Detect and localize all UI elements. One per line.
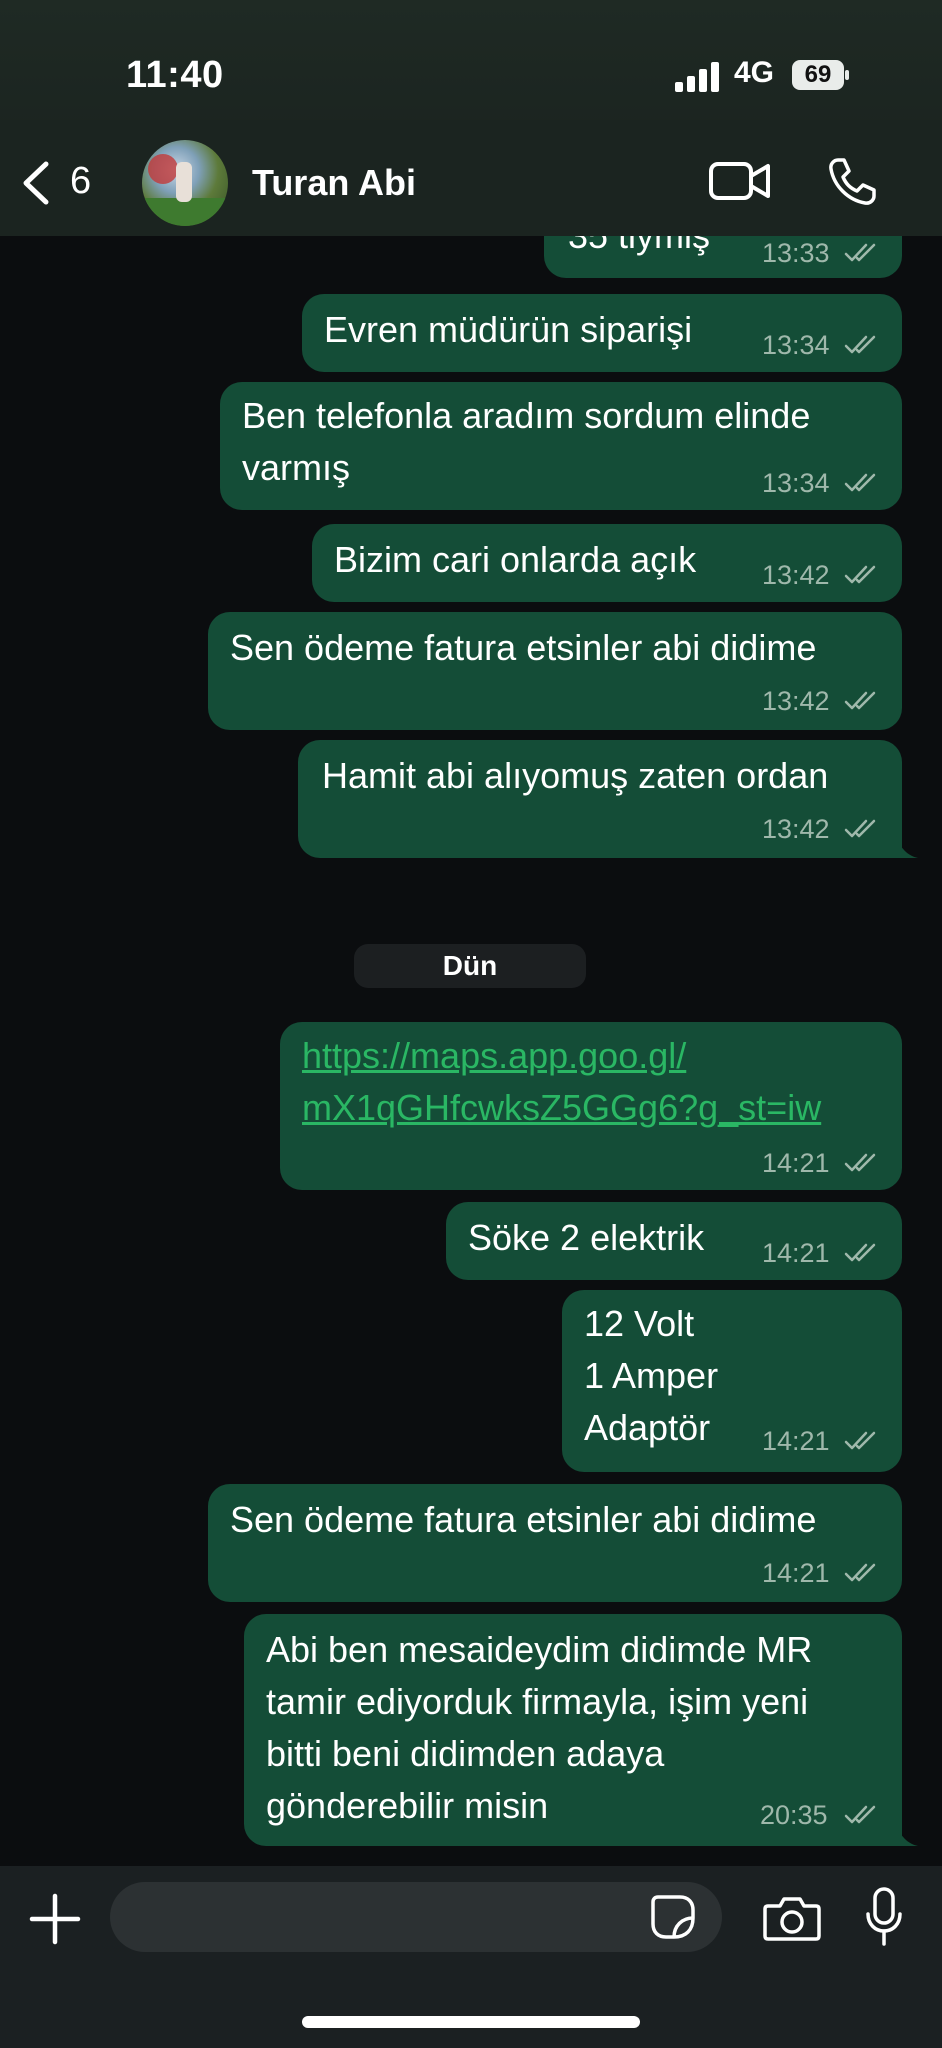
message-text: Ben telefonla aradım sordum elinde — [242, 395, 811, 436]
bubble-tail — [896, 1824, 918, 1846]
home-indicator — [302, 2016, 640, 2028]
message-list[interactable]: 35 tiymiş 13:33 Evren müdürün siparişi 1… — [0, 236, 942, 1866]
contact-name[interactable]: Turan Abi — [252, 162, 416, 204]
signal-icon — [675, 62, 719, 92]
message-time: 14:21 — [762, 1148, 830, 1178]
bubble-tail — [896, 836, 918, 858]
status-time: 11:40 — [126, 54, 224, 96]
link-line-2[interactable]: mX1qGHfcwksZ5GGg6?g_st=iw — [302, 1087, 821, 1128]
message-time: 13:34 — [762, 330, 830, 360]
plus-attach-icon[interactable] — [28, 1892, 82, 1946]
message-time: 13:34 — [762, 468, 830, 498]
outgoing-message[interactable]: Sen ödeme fatura etsinler abi didime 13:… — [208, 612, 902, 730]
message-text: 35 tiymiş — [568, 236, 710, 262]
camera-icon[interactable] — [762, 1894, 822, 1942]
message-text: Sen ödeme fatura etsinler abi didime — [230, 627, 817, 668]
message-text: Sen ödeme fatura etsinler abi didime — [230, 1499, 817, 1540]
outgoing-message[interactable]: Hamit abi alıyomuş zaten ordan 13:42 — [298, 740, 902, 858]
microphone-icon[interactable] — [864, 1886, 904, 1948]
message-link[interactable]: https://maps.app.goo.gl/ — [302, 1030, 686, 1082]
message-text: Abi ben mesaideydim didimde MR — [266, 1629, 813, 1670]
outgoing-message[interactable]: Söke 2 elektrik 14:21 — [446, 1202, 902, 1280]
read-ticks-icon — [844, 1563, 876, 1582]
message-input[interactable] — [110, 1882, 722, 1952]
outgoing-message[interactable]: Sen ödeme fatura etsinler abi didime 14:… — [208, 1484, 902, 1602]
message-time: 13:33 — [762, 238, 830, 268]
message-time: 20:35 — [760, 1800, 828, 1830]
message-time: 14:21 — [762, 1558, 830, 1588]
battery-icon: 69 — [792, 60, 850, 90]
video-call-icon[interactable] — [708, 158, 772, 204]
message-time: 14:21 — [762, 1238, 830, 1268]
message-text: tamir ediyorduk firmayla, işim yeni — [266, 1681, 809, 1722]
message-text: gönderebilir misin — [266, 1785, 549, 1826]
message-text: bitti beni didimden adaya — [266, 1733, 665, 1774]
message-text: 1 Amper — [584, 1355, 719, 1396]
outgoing-link-message[interactable]: https://maps.app.goo.gl/ mX1qGHfcwksZ5GG… — [280, 1022, 902, 1190]
back-chevron-icon[interactable] — [18, 160, 54, 206]
link-line-1[interactable]: https://maps.app.goo.gl/ — [302, 1035, 686, 1076]
sticker-icon[interactable] — [650, 1894, 696, 1940]
network-label: 4G — [734, 56, 775, 89]
read-ticks-icon — [844, 819, 876, 838]
read-ticks-icon — [844, 1431, 876, 1450]
message-time: 13:42 — [762, 560, 830, 590]
phone-call-icon[interactable] — [826, 156, 880, 208]
day-separator: Dün — [354, 944, 586, 988]
message-text: 12 Volt — [584, 1303, 695, 1344]
read-ticks-icon — [844, 691, 876, 710]
read-ticks-icon — [844, 473, 876, 492]
message-time: 13:42 — [762, 814, 830, 844]
message-link[interactable]: mX1qGHfcwksZ5GGg6?g_st=iw — [302, 1082, 821, 1134]
message-text: varmış — [242, 447, 350, 488]
contact-avatar[interactable] — [142, 140, 228, 226]
outgoing-message[interactable]: 12 Volt 1 Amper Adaptör 14:21 — [562, 1290, 902, 1472]
read-ticks-icon — [844, 1153, 876, 1172]
message-text: Adaptör — [584, 1407, 711, 1448]
outgoing-message[interactable]: 35 tiymiş 13:33 — [544, 236, 902, 278]
message-text: Söke 2 elektrik — [468, 1217, 705, 1258]
read-ticks-icon — [844, 1243, 876, 1262]
outgoing-message[interactable]: Evren müdürün siparişi 13:34 — [302, 294, 902, 372]
battery-level: 69 — [804, 61, 832, 88]
message-time: 13:42 — [762, 686, 830, 716]
read-ticks-icon — [844, 565, 876, 584]
read-ticks-icon — [844, 243, 876, 262]
outgoing-message[interactable]: Abi ben mesaideydim didimde MR tamir edi… — [244, 1614, 902, 1846]
read-ticks-icon — [844, 1805, 876, 1824]
message-text: Bizim cari onlarda açık — [334, 539, 697, 580]
back-unread-count[interactable]: 6 — [70, 160, 91, 203]
message-text: Evren müdürün siparişi — [324, 309, 693, 350]
read-ticks-icon — [844, 335, 876, 354]
outgoing-message[interactable]: Ben telefonla aradım sordum elinde varmı… — [220, 382, 902, 510]
outgoing-message[interactable]: Bizim cari onlarda açık 13:42 — [312, 524, 902, 602]
message-text: Hamit abi alıyomuş zaten ordan — [322, 755, 829, 796]
message-time: 14:21 — [762, 1426, 830, 1456]
